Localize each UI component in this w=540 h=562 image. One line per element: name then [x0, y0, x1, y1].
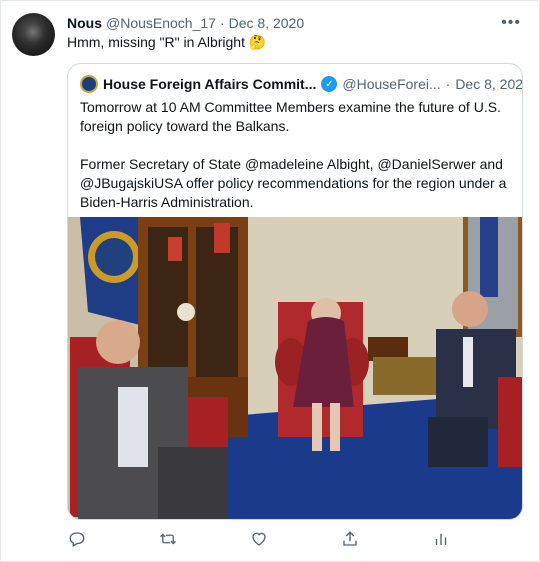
quoted-author-handle[interactable]: @HouseForei... — [342, 76, 440, 92]
share-icon[interactable] — [340, 529, 360, 549]
separator: · — [219, 15, 225, 31]
more-icon[interactable]: ••• — [501, 14, 521, 32]
quoted-author-name[interactable]: House Foreign Affairs Commit... — [103, 76, 316, 92]
quoted-tweet[interactable]: House Foreign Affairs Commit... ✓ @House… — [67, 63, 523, 520]
tweet[interactable]: Nous @NousEnoch_17 · Dec 8, 2020 ••• Hmm… — [0, 0, 540, 562]
quoted-paragraph-1: Tomorrow at 10 AM Committee Members exam… — [80, 99, 501, 134]
author-name[interactable]: Nous — [67, 15, 102, 31]
tweet-text: Hmm, missing "R" in Albright 🤔 — [67, 34, 267, 50]
analytics-icon[interactable] — [431, 529, 451, 549]
tweet-date[interactable]: Dec 8, 2020 — [229, 15, 305, 31]
reply-icon[interactable] — [67, 529, 87, 549]
action-bar — [67, 529, 467, 551]
author-handle[interactable]: @NousEnoch_17 — [106, 15, 216, 31]
quoted-avatar[interactable] — [80, 75, 98, 93]
quoted-date[interactable]: Dec 8, 2020 — [455, 76, 522, 92]
retweet-icon[interactable] — [158, 529, 178, 549]
tweet-photo[interactable] — [68, 217, 522, 519]
tweet-header: Nous @NousEnoch_17 · Dec 8, 2020 — [67, 14, 519, 32]
avatar[interactable] — [12, 13, 55, 56]
quoted-header: House Foreign Affairs Commit... ✓ @House… — [80, 74, 522, 94]
quoted-separator: · — [445, 76, 451, 92]
like-icon[interactable] — [249, 529, 269, 549]
quoted-text: Tomorrow at 10 AM Committee Members exam… — [80, 98, 512, 212]
quoted-paragraph-2: Former Secretary of State @madeleine Alb… — [80, 156, 507, 210]
photo-image — [68, 217, 522, 519]
verified-badge-icon: ✓ — [321, 76, 338, 92]
